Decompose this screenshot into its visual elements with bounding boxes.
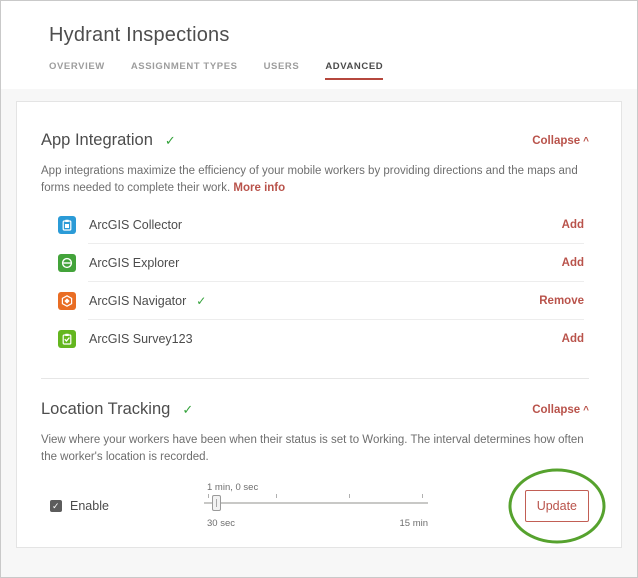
tab-advanced[interactable]: ADVANCED	[325, 61, 383, 80]
location-tracking-title: Location Tracking	[41, 400, 170, 419]
chevron-up-icon: ^	[583, 405, 589, 416]
tab-assignment-types[interactable]: ASSIGNMENT TYPES	[131, 61, 238, 80]
interval-slider: 1 min, 0 sec 30 sec 15 min	[204, 483, 428, 529]
tab-overview[interactable]: OVERVIEW	[49, 61, 105, 80]
project-settings-window: Hydrant Inspections OVERVIEW ASSIGNMENT …	[0, 0, 638, 578]
add-collector-button[interactable]: Add	[562, 219, 584, 231]
location-tracking-collapse-link[interactable]: Collapse^	[532, 404, 589, 416]
tab-bar: OVERVIEW ASSIGNMENT TYPES USERS ADVANCED	[49, 61, 637, 80]
app-name: ArcGIS Collector	[89, 218, 182, 232]
app-integration-description: App integrations maximize the efficiency…	[41, 163, 594, 197]
page-title: Hydrant Inspections	[49, 24, 637, 47]
enable-checkbox[interactable]	[50, 500, 62, 512]
collapse-label: Collapse	[532, 135, 580, 147]
survey123-app-icon	[58, 330, 76, 348]
app-integration-section: App Integration ✓ Collapse^ App integrat…	[41, 131, 589, 358]
page-body: App Integration ✓ Collapse^ App integrat…	[1, 89, 637, 577]
tab-users[interactable]: USERS	[264, 61, 300, 80]
slider-tick	[276, 494, 277, 498]
location-tracking-description: View where your workers have been when t…	[41, 432, 589, 466]
enable-checkbox-group[interactable]: Enable	[50, 499, 109, 513]
update-button[interactable]: Update	[525, 490, 589, 522]
location-tracking-section: Location Tracking ✓ Collapse^ View where…	[41, 379, 589, 534]
app-row-collector: ArcGIS Collector Add	[41, 206, 589, 244]
app-row-explorer: ArcGIS Explorer Add	[41, 244, 589, 282]
section-valid-check-icon: ✓	[165, 133, 176, 149]
app-name: ArcGIS Survey123	[89, 332, 193, 346]
more-info-link[interactable]: More info	[233, 182, 285, 194]
enable-label: Enable	[70, 499, 109, 513]
slider-value-label: 1 min, 0 sec	[207, 482, 258, 493]
app-list: ArcGIS Collector Add ArcGIS Explorer	[41, 206, 589, 358]
app-name: ArcGIS Explorer	[89, 256, 179, 270]
app-enabled-check-icon: ✓	[196, 294, 206, 308]
remove-navigator-button[interactable]: Remove	[539, 295, 584, 307]
description-text: App integrations maximize the efficiency…	[41, 165, 578, 194]
location-tracking-controls: Enable 1 min, 0 sec 30 sec 15 min	[41, 478, 589, 534]
navigator-app-icon	[58, 292, 76, 310]
explorer-app-icon	[58, 254, 76, 272]
slider-thumb[interactable]	[212, 495, 221, 511]
project-header: Hydrant Inspections OVERVIEW ASSIGNMENT …	[1, 1, 637, 89]
slider-tick	[208, 494, 209, 498]
app-integration-collapse-link[interactable]: Collapse^	[532, 135, 589, 147]
collector-app-icon	[58, 216, 76, 234]
app-row-survey123: ArcGIS Survey123 Add	[41, 320, 589, 358]
slider-tick	[422, 494, 423, 498]
update-button-area: Update	[525, 490, 589, 522]
slider-min-label: 30 sec	[207, 518, 235, 529]
app-name: ArcGIS Navigator	[89, 294, 186, 308]
add-explorer-button[interactable]: Add	[562, 257, 584, 269]
app-row-navigator: ArcGIS Navigator ✓ Remove	[41, 282, 589, 320]
collapse-label: Collapse	[532, 404, 580, 416]
slider-tick	[349, 494, 350, 498]
section-valid-check-icon: ✓	[182, 402, 193, 418]
app-integration-title: App Integration	[41, 131, 153, 150]
slider-track[interactable]	[204, 502, 428, 504]
advanced-settings-card: App Integration ✓ Collapse^ App integrat…	[16, 101, 622, 548]
chevron-up-icon: ^	[583, 136, 589, 147]
slider-max-label: 15 min	[399, 518, 428, 529]
add-survey123-button[interactable]: Add	[562, 333, 584, 345]
